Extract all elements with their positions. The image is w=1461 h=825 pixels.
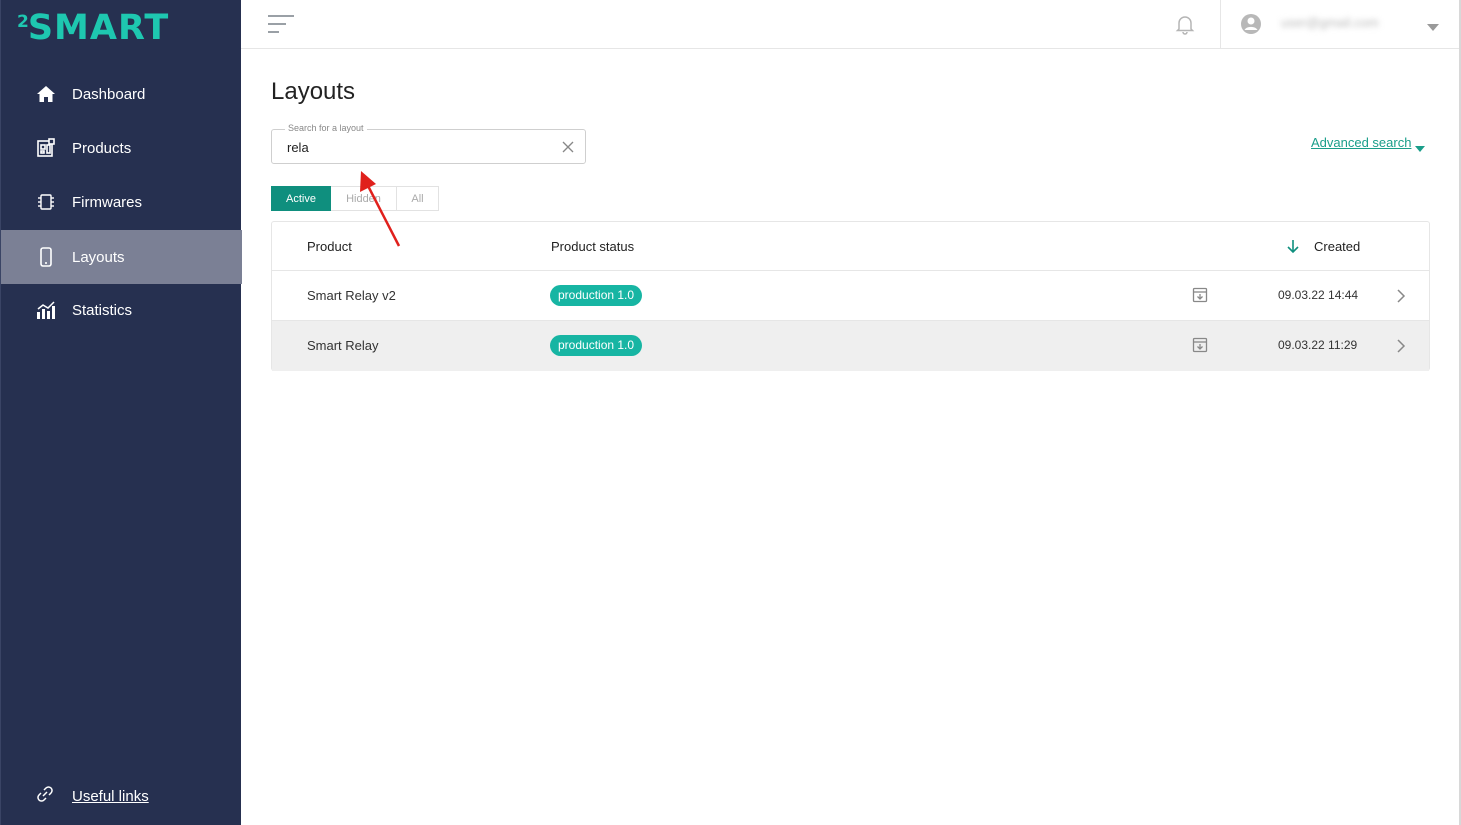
archive-icon[interactable] xyxy=(1192,287,1208,303)
visibility-filter-tabs: Active Hidden All xyxy=(271,186,439,211)
layouts-table: Product Product status Created Smart Rel… xyxy=(271,221,1430,371)
status-badge: production 1.0 xyxy=(550,335,643,356)
user-menu-caret-icon[interactable] xyxy=(1427,19,1439,31)
page-title: Layouts xyxy=(271,78,356,105)
menu-toggle-icon[interactable] xyxy=(267,14,295,34)
search-label: Search for a layout xyxy=(285,123,367,133)
brand-logo[interactable]: 2SMART xyxy=(17,10,169,46)
sidebar-item-dashboard[interactable]: Dashboard xyxy=(1,67,242,121)
sidebar-item-label: Statistics xyxy=(72,301,133,319)
tab-all[interactable]: All xyxy=(397,186,439,211)
archive-icon[interactable] xyxy=(1192,337,1208,353)
notifications-bell-icon[interactable] xyxy=(1174,13,1196,35)
useful-links-label: Useful links xyxy=(72,787,149,805)
sort-descending-icon[interactable] xyxy=(1285,238,1301,254)
sidebar-item-statistics[interactable]: Statistics xyxy=(1,283,242,337)
useful-links-link[interactable]: Useful links xyxy=(1,779,242,813)
column-header-product[interactable]: Product xyxy=(307,239,352,254)
top-bar: user@gmail.com xyxy=(241,0,1461,49)
home-icon xyxy=(35,83,57,105)
advanced-search-toggle[interactable]: Advanced search xyxy=(1311,135,1426,152)
chevron-right-icon[interactable] xyxy=(1396,288,1406,304)
link-icon xyxy=(35,784,55,809)
phone-icon xyxy=(35,246,57,268)
logo-wordmark: SMART xyxy=(27,8,170,48)
sidebar-item-label: Products xyxy=(72,139,132,157)
table-header: Product Product status Created xyxy=(272,222,1429,271)
search-value[interactable]: rela xyxy=(287,140,309,155)
advanced-search-label: Advanced search xyxy=(1311,135,1412,150)
header-divider xyxy=(1220,0,1221,49)
user-avatar-icon[interactable] xyxy=(1239,12,1263,36)
user-email: user@gmail.com xyxy=(1281,15,1379,30)
sidebar-item-firmwares[interactable]: Firmwares xyxy=(1,175,242,229)
stats-icon xyxy=(35,299,57,321)
sidebar-item-layouts[interactable]: Layouts xyxy=(1,230,242,284)
tab-active[interactable]: Active xyxy=(271,186,331,211)
table-row[interactable]: Smart Relay v2 production 1.0 09.03.22 1… xyxy=(272,271,1429,321)
status-badge: production 1.0 xyxy=(550,285,643,306)
sidebar: 2SMART Dashboard Products Firmwares Layo… xyxy=(0,0,242,825)
caret-down-icon xyxy=(1415,140,1426,152)
tab-hidden[interactable]: Hidden xyxy=(331,186,397,211)
sidebar-item-label: Dashboard xyxy=(72,85,146,103)
chevron-right-icon[interactable] xyxy=(1396,338,1406,354)
clear-search-icon[interactable] xyxy=(561,140,575,154)
table-row[interactable]: Smart Relay production 1.0 09.03.22 11:2… xyxy=(272,321,1429,371)
product-name: Smart Relay v2 xyxy=(307,288,396,303)
products-icon xyxy=(35,137,57,159)
logo-superscript: 2 xyxy=(17,12,29,32)
column-header-status[interactable]: Product status xyxy=(551,239,634,254)
column-header-created[interactable]: Created xyxy=(1314,239,1360,254)
created-date: 09.03.22 14:44 xyxy=(1278,288,1359,302)
product-name: Smart Relay xyxy=(307,338,379,353)
sidebar-item-products[interactable]: Products xyxy=(1,121,242,175)
created-date: 09.03.22 11:29 xyxy=(1278,338,1358,352)
sidebar-item-label: Layouts xyxy=(72,248,125,266)
chip-icon xyxy=(35,191,57,213)
search-input[interactable]: Search for a layout rela xyxy=(271,123,586,164)
sidebar-item-label: Firmwares xyxy=(72,193,142,211)
